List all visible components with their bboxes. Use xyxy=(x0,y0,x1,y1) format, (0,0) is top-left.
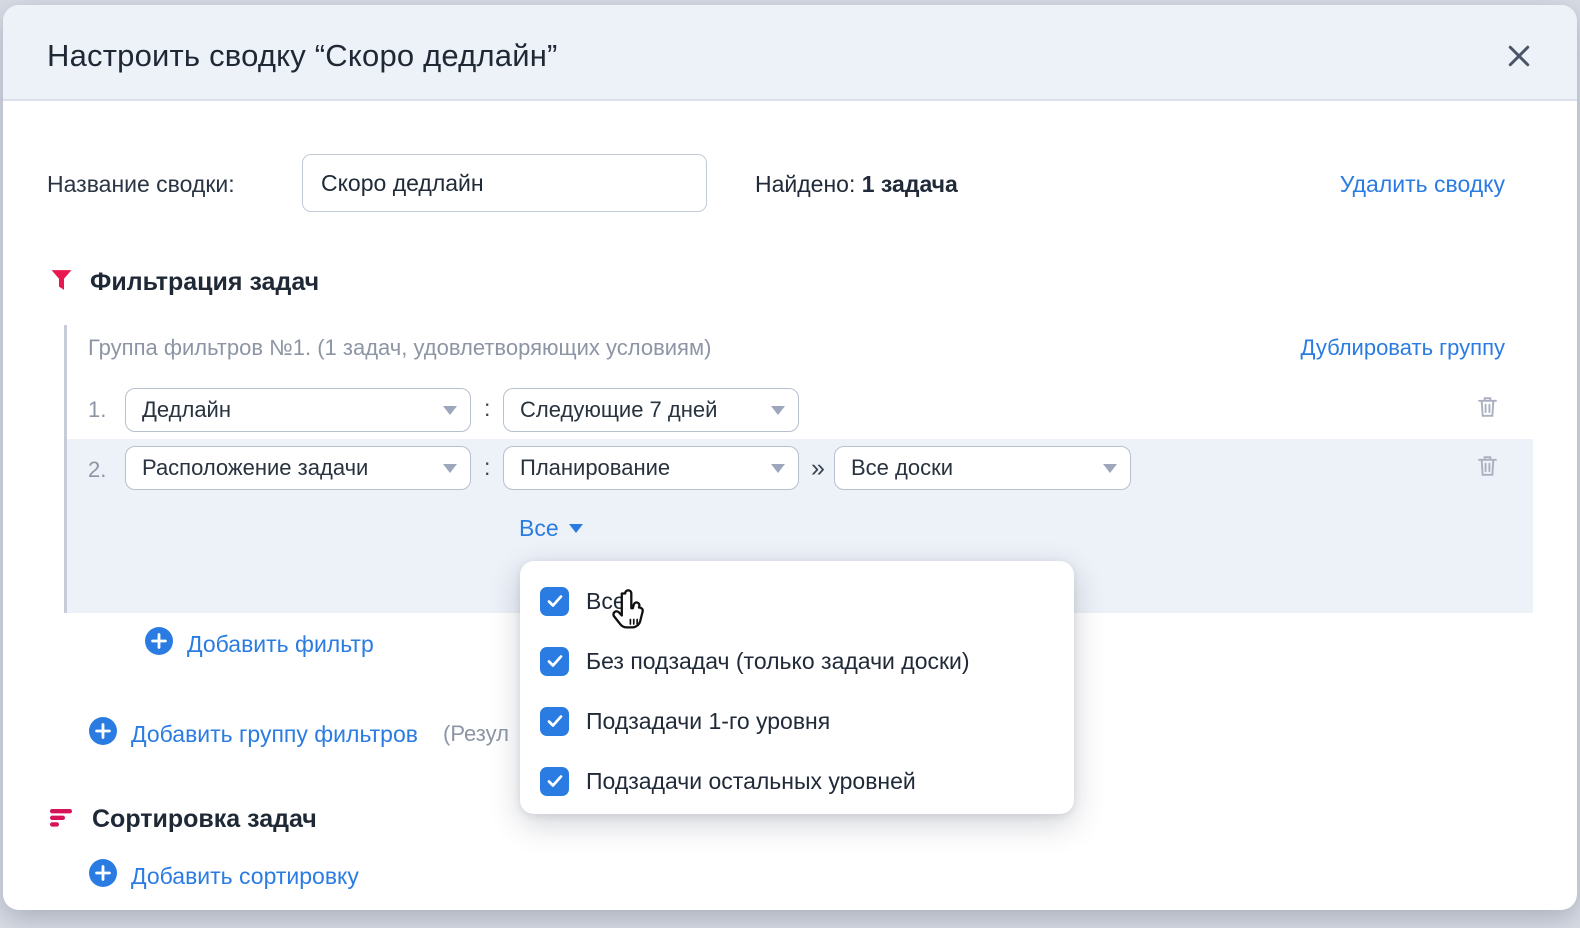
chevron-down-icon xyxy=(1103,464,1117,473)
chevron-down-icon xyxy=(443,406,457,415)
sort-section-header: Сортировка задач xyxy=(49,805,317,834)
add-sort-label: Добавить сортировку xyxy=(131,863,359,890)
checkbox-checked[interactable] xyxy=(540,707,569,736)
filter-value-select[interactable]: Планирование xyxy=(503,446,799,490)
delete-filter-button[interactable] xyxy=(1473,393,1501,423)
separator-colon: : xyxy=(484,395,490,422)
chevron-down-icon xyxy=(771,406,785,415)
subtask-filter-button[interactable]: Все xyxy=(519,515,583,542)
dropdown-option-level1-subtasks[interactable]: Подзадачи 1-го уровня xyxy=(520,691,1074,751)
board-select-value: Все доски xyxy=(851,455,953,481)
caret-down-icon xyxy=(569,524,583,533)
filter-value-text: Следующие 7 дней xyxy=(520,397,717,423)
option-label: Подзадачи 1-го уровня xyxy=(586,708,830,735)
sort-section-title: Сортировка задач xyxy=(92,805,317,834)
board-select[interactable]: Все доски xyxy=(834,446,1131,490)
close-button[interactable] xyxy=(1501,39,1537,75)
checkbox-checked[interactable] xyxy=(540,587,569,616)
filter-value-text: Планирование xyxy=(520,455,670,481)
sort-bars-icon xyxy=(49,806,76,834)
subtask-filter-dropdown: Все Без подзадач (только задачи доски) П… xyxy=(520,561,1074,814)
add-filter-group-button[interactable]: Добавить группу фильтров xyxy=(89,717,418,751)
summary-name-input[interactable] xyxy=(302,154,707,212)
filter-funnel-icon xyxy=(49,267,74,298)
filter-field-select[interactable]: Расположение задачи xyxy=(125,446,471,490)
dropdown-option-other-subtasks[interactable]: Подзадачи остальных уровней xyxy=(520,751,1074,811)
chevron-down-icon xyxy=(443,464,457,473)
add-filter-group-label: Добавить группу фильтров xyxy=(131,721,418,748)
filter-field-select[interactable]: Дедлайн xyxy=(125,388,471,432)
modal-title: Настроить сводку “Скоро дедлайн” xyxy=(47,38,558,74)
add-filter-label: Добавить фильтр xyxy=(187,631,374,658)
hand-cursor xyxy=(609,588,653,639)
summary-name-label: Название сводки: xyxy=(47,171,235,198)
dropdown-option-no-subtasks[interactable]: Без подзадач (только задачи доски) xyxy=(520,631,1074,691)
filter-field-value: Дедлайн xyxy=(142,397,231,423)
option-label: Без подзадач (только задачи доски) xyxy=(586,648,970,675)
trash-icon xyxy=(1474,468,1501,483)
plus-circle-icon xyxy=(145,627,173,661)
plus-circle-icon xyxy=(89,717,117,751)
delete-summary-link[interactable]: Удалить сводку xyxy=(1340,171,1505,198)
found-label: Найдено: xyxy=(755,171,855,197)
filter-section-header: Фильтрация задач xyxy=(49,267,319,298)
add-group-result-note: (Резул xyxy=(443,721,509,747)
filter-section-title: Фильтрация задач xyxy=(90,268,319,297)
add-filter-button[interactable]: Добавить фильтр xyxy=(145,627,374,661)
trash-icon xyxy=(1474,409,1501,424)
filter-row-number: 1. xyxy=(88,397,106,423)
plus-circle-icon xyxy=(89,859,117,893)
filter-group-header: Группа фильтров №1. (1 задач, удовлетвор… xyxy=(88,335,711,361)
filter-field-value: Расположение задачи xyxy=(142,455,368,481)
checkbox-checked[interactable] xyxy=(540,767,569,796)
option-label: Подзадачи остальных уровней xyxy=(586,768,916,795)
checkbox-checked[interactable] xyxy=(540,647,569,676)
separator-colon: : xyxy=(484,454,490,481)
dropdown-option-all[interactable]: Все xyxy=(520,571,1074,631)
found-value: 1 задача xyxy=(862,171,958,197)
close-icon xyxy=(1504,41,1534,74)
separator-chevron: » xyxy=(811,454,825,483)
found-count: Найдено: 1 задача xyxy=(755,171,958,198)
chevron-down-icon xyxy=(771,464,785,473)
duplicate-group-link[interactable]: Дублировать группу xyxy=(1300,335,1505,361)
add-sort-button[interactable]: Добавить сортировку xyxy=(89,859,359,893)
configure-summary-modal: Настроить сводку “Скоро дедлайн” Названи… xyxy=(3,5,1577,910)
filter-value-select[interactable]: Следующие 7 дней xyxy=(503,388,799,432)
subtask-filter-label: Все xyxy=(519,515,559,542)
filter-row-number: 2. xyxy=(88,457,106,483)
delete-filter-button[interactable] xyxy=(1473,452,1501,482)
